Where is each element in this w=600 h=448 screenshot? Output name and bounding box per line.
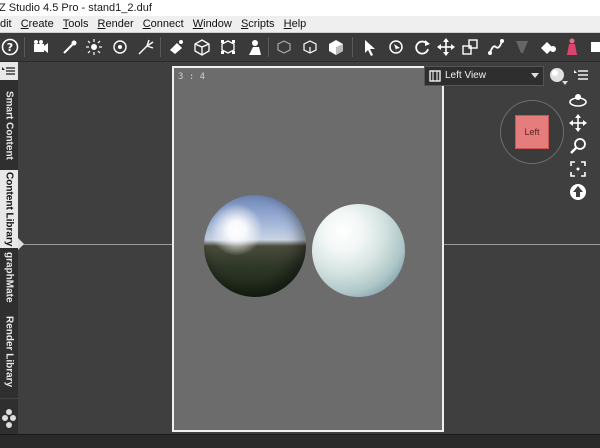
tab-graphmate[interactable]: graphMate (0, 248, 18, 307)
white-sphere[interactable] (312, 204, 405, 297)
scale-icon[interactable] (460, 37, 480, 57)
bounding-box-icon[interactable] (218, 37, 238, 57)
3d-viewport[interactable]: 3 : 4 Left View Left (18, 62, 600, 434)
tab-content-library[interactable]: Content Library (0, 170, 18, 249)
menu-scripts[interactable]: Scripts (238, 16, 278, 32)
view-cube-face[interactable]: Left (515, 115, 549, 149)
view-selector[interactable]: Left View (424, 66, 544, 86)
translate-icon[interactable] (436, 37, 456, 57)
main-toolbar: ? (0, 33, 600, 62)
figure-pink-icon[interactable] (562, 37, 582, 57)
view-layout-icon[interactable] (429, 70, 441, 82)
view-selector-label: Left View (445, 70, 486, 81)
menu-window[interactable]: Window (190, 16, 235, 32)
rotate-icon[interactable] (412, 37, 432, 57)
pointer-icon[interactable] (360, 37, 380, 57)
menu-edit[interactable]: dit (0, 16, 15, 32)
distant-light-icon[interactable] (110, 37, 130, 57)
viewport-menu-icon[interactable] (573, 67, 589, 83)
funnel-icon[interactable] (512, 37, 532, 57)
tab-render-library[interactable]: Render Library (0, 306, 18, 399)
menu-tools[interactable]: Tools (60, 16, 92, 32)
left-pane-tabs: Smart Content Content Library graphMate … (0, 62, 19, 434)
cube-dots-icon[interactable] (274, 37, 294, 57)
universal-tool-icon[interactable] (386, 37, 406, 57)
title-bar: Z Studio 4.5 Pro - stand1_2.duf (0, 0, 600, 16)
camera-icon[interactable] (30, 37, 50, 57)
light-rays-icon[interactable] (136, 37, 156, 57)
svg-text:?: ? (7, 41, 13, 54)
pane-menu-icon[interactable] (0, 62, 18, 80)
point-light-icon[interactable] (84, 37, 104, 57)
chrome-sphere[interactable] (204, 195, 306, 297)
view-dropdown-icon[interactable] (530, 70, 540, 80)
cube-wire-icon[interactable] (192, 37, 212, 57)
cube-solid-icon[interactable] (326, 37, 346, 57)
menu-help[interactable]: Help (281, 16, 310, 32)
draw-style-icon[interactable] (548, 66, 570, 86)
menu-connect[interactable]: Connect (140, 16, 187, 32)
window-title: Z Studio 4.5 Pro - stand1_2.duf (0, 2, 152, 14)
figure-tool-icon[interactable] (244, 37, 264, 57)
render-frame: 3 : 4 (172, 66, 444, 432)
primitive-icon[interactable] (166, 37, 186, 57)
navigation-controls (568, 90, 588, 205)
menu-bar: dit Create Tools Render Connect Window S… (0, 16, 600, 33)
spotlight-icon[interactable] (60, 37, 80, 57)
view-cube[interactable]: Left (500, 100, 564, 164)
aspect-ratio-label: 3 : 4 (178, 72, 206, 82)
cube-plus-icon[interactable] (300, 37, 320, 57)
pane-options-icon[interactable] (1, 406, 17, 432)
pan-icon[interactable] (568, 113, 588, 133)
zoom-icon[interactable] (568, 136, 588, 156)
joint-editor-icon[interactable] (486, 37, 506, 57)
home-view-icon[interactable] (568, 182, 588, 202)
frame-icon[interactable] (568, 159, 588, 179)
more-tools-icon[interactable] (586, 37, 600, 57)
surface-tool-icon[interactable] (538, 37, 558, 57)
tab-smart-content[interactable]: Smart Content (0, 80, 18, 171)
menu-render[interactable]: Render (95, 16, 137, 32)
orbit-icon[interactable] (568, 90, 588, 110)
status-bar (0, 434, 600, 448)
menu-create[interactable]: Create (18, 16, 57, 32)
horizon-marker-icon (18, 238, 24, 250)
help-icon[interactable]: ? (0, 37, 20, 57)
